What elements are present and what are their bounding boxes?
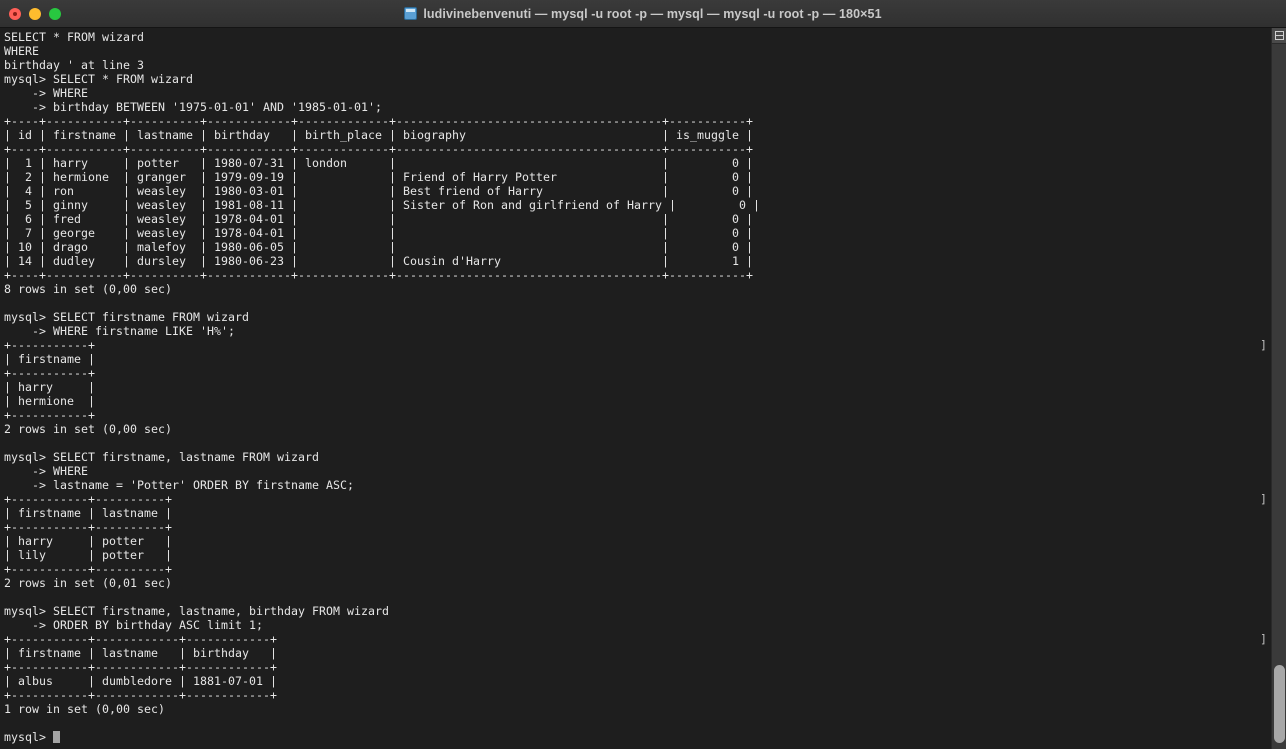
terminal-line: | harry | potter | xyxy=(4,534,173,548)
terminal-folder-icon xyxy=(404,7,418,20)
terminal-line: +-----------+ xyxy=(4,408,96,422)
terminal-line: | harry | xyxy=(4,380,96,394)
terminal-line: -> birthday BETWEEN '1975-01-01' AND '19… xyxy=(4,100,383,114)
terminal-line: mysql> SELECT firstname, lastname FROM w… xyxy=(4,450,320,464)
terminal-line: | 4 | ron | weasley | 1980-03-01 | | Bes… xyxy=(4,184,754,198)
terminal-line: mysql> SELECT * FROM wizard xyxy=(4,72,194,86)
terminal-line: | firstname | xyxy=(4,352,96,366)
terminal-line: 2 rows in set (0,00 sec) xyxy=(4,422,173,436)
terminal-line: mysql> SELECT firstname FROM wizard xyxy=(4,310,250,324)
terminal-line: +-----------+------------+------------+ xyxy=(4,632,278,646)
terminal-line: +----+-----------+----------+-----------… xyxy=(4,114,754,128)
terminal-text[interactable]: SELECT * FROM wizard WHERE birthday ' at l… xyxy=(4,30,760,744)
terminal-line: | 14 | dudley | dursley | 1980-06-23 | |… xyxy=(4,254,754,268)
terminal-line: | hermione | xyxy=(4,394,96,408)
terminal-line: | 1 | harry | potter | 1980-07-31 | lond… xyxy=(4,156,754,170)
terminal-line: 8 rows in set (0,00 sec) xyxy=(4,282,173,296)
terminal-line: -> ORDER BY birthday ASC limit 1; xyxy=(4,618,264,632)
terminal-line: | 7 | george | weasley | 1978-04-01 | | … xyxy=(4,226,754,240)
terminal-line: WHERE xyxy=(4,44,40,58)
terminal-line: | 2 | hermione | granger | 1979-09-19 | … xyxy=(4,170,754,184)
terminal-line: +----+-----------+----------+-----------… xyxy=(4,142,754,156)
terminal-line: SELECT * FROM wizard xyxy=(4,30,145,44)
prompt-mark[interactable]: ] xyxy=(1260,492,1267,506)
terminal-line: | 6 | fred | weasley | 1978-04-01 | | | … xyxy=(4,212,754,226)
terminal-line: +-----------+------------+------------+ xyxy=(4,688,278,702)
minimize-button[interactable] xyxy=(29,7,41,20)
terminal-output-area[interactable]: SELECT * FROM wizard WHERE birthday ' at l… xyxy=(0,28,1286,749)
terminal-line: | id | firstname | lastname | birthday |… xyxy=(4,128,754,142)
vertical-scrollbar[interactable] xyxy=(1271,28,1286,749)
window-title: ludivinebenvenuti — mysql -u root -p — m… xyxy=(423,6,882,21)
close-button[interactable] xyxy=(9,7,21,20)
split-pane-icon[interactable] xyxy=(1272,28,1286,44)
window-title-group: ludivinebenvenuti — mysql -u root -p — m… xyxy=(0,0,1286,27)
terminal-line: +----+-----------+----------+-----------… xyxy=(4,268,754,282)
terminal-line: | firstname | lastname | xyxy=(4,506,173,520)
scrollbar-thumb[interactable] xyxy=(1274,665,1285,743)
terminal-line: -> WHERE xyxy=(4,464,89,478)
terminal-line: +-----------+------------+------------+ xyxy=(4,660,278,674)
terminal-line: | 5 | ginny | weasley | 1981-08-11 | | S… xyxy=(4,198,761,212)
zoom-button[interactable] xyxy=(49,7,61,20)
terminal-line: +-----------+ xyxy=(4,338,96,352)
terminal-window: ludivinebenvenuti — mysql -u root -p — m… xyxy=(0,0,1286,749)
prompt-mark[interactable]: ] xyxy=(1260,338,1267,352)
terminal-line: | lily | potter | xyxy=(4,548,173,562)
traffic-light-group xyxy=(0,7,61,20)
terminal-line: | 10 | drago | malefoy | 1980-06-05 | | … xyxy=(4,240,754,254)
terminal-line: -> WHERE xyxy=(4,86,89,100)
terminal-line: +-----------+----------+ xyxy=(4,492,173,506)
terminal-line: -> lastname = 'Potter' ORDER BY firstnam… xyxy=(4,478,355,492)
terminal-line: 2 rows in set (0,01 sec) xyxy=(4,576,173,590)
terminal-line: +-----------+ xyxy=(4,366,96,380)
terminal-line: mysql> SELECT firstname, lastname, birth… xyxy=(4,604,390,618)
terminal-line: | albus | dumbledore | 1881-07-01 | xyxy=(4,674,278,688)
terminal-line: birthday ' at line 3 xyxy=(4,58,145,72)
terminal-line: -> WHERE firstname LIKE 'H%'; xyxy=(4,324,236,338)
terminal-line: 1 row in set (0,00 sec) xyxy=(4,702,166,716)
terminal-line: +-----------+----------+ xyxy=(4,562,173,576)
terminal-line: | firstname | lastname | birthday | xyxy=(4,646,278,660)
terminal-line: +-----------+----------+ xyxy=(4,520,173,534)
window-titlebar[interactable]: ludivinebenvenuti — mysql -u root -p — m… xyxy=(0,0,1286,28)
prompt-mark[interactable]: ] xyxy=(1260,632,1267,646)
terminal-line: mysql> xyxy=(4,730,760,744)
text-cursor xyxy=(53,731,61,743)
